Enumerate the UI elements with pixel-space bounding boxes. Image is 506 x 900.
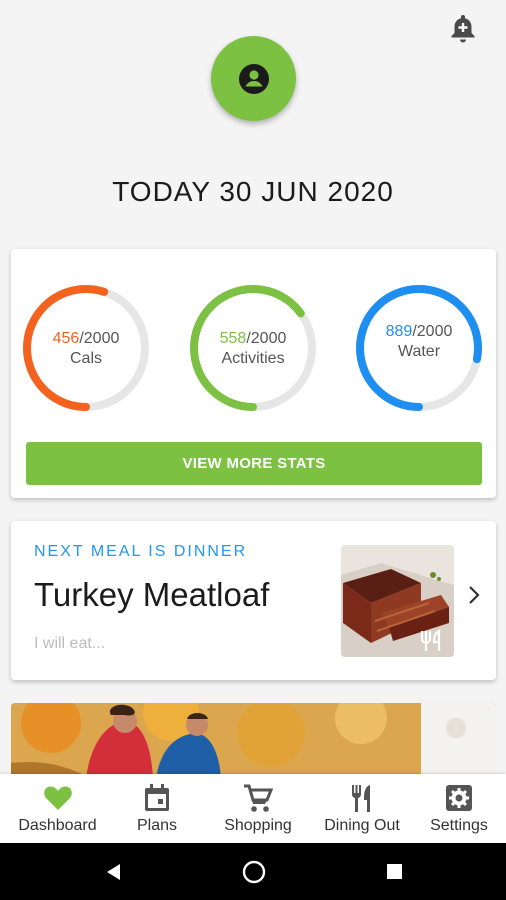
activities-label: Activities (221, 350, 285, 367)
system-navigation-bar (0, 843, 506, 900)
meal-name: Turkey Meatloaf (34, 576, 270, 613)
home-icon (242, 860, 266, 884)
stats-card: 456/2000 Cals 558/2000 Activities 889/20… (11, 249, 496, 498)
nav-label-dashboard: Dashboard (18, 817, 97, 834)
calories-goal: /2000 (79, 330, 120, 347)
meal-input[interactable]: I will eat... (34, 635, 105, 653)
water-value: 889 (385, 323, 413, 340)
water-goal: /2000 (412, 323, 453, 340)
view-more-stats-button[interactable]: VIEW MORE STATS (26, 442, 482, 485)
meal-photo (341, 545, 454, 657)
nav-settings[interactable]: Settings (418, 774, 500, 843)
nav-dining-out[interactable]: Dining Out (316, 774, 408, 843)
nav-label-settings: Settings (430, 817, 488, 834)
activities-value: 558 (219, 330, 247, 347)
gear-icon (446, 785, 472, 811)
heart-icon (43, 786, 72, 810)
calories-value: 456 (52, 330, 80, 347)
promo-banner[interactable] (11, 703, 496, 778)
activities-ring[interactable]: 558/2000 Activities (190, 285, 316, 411)
page-title: TODAY 30 JUN 2020 (112, 176, 394, 207)
nav-label-dining-out: Dining Out (324, 817, 400, 834)
profile-button[interactable] (211, 36, 296, 121)
nav-shopping[interactable]: Shopping (212, 774, 304, 843)
back-icon (107, 864, 120, 880)
nav-plans[interactable]: Plans (116, 774, 198, 843)
activities-goal: /2000 (246, 330, 287, 347)
notification-add-icon[interactable] (448, 12, 478, 44)
next-meal-card[interactable]: NEXT MEAL IS DINNER Turkey Meatloaf I wi… (11, 521, 496, 680)
cart-icon (244, 784, 274, 812)
nav-label-plans: Plans (136, 817, 178, 834)
chevron-right-icon[interactable] (466, 583, 482, 607)
calories-label: Cals (69, 350, 102, 367)
bottom-navigation: Dashboard Plans Shopping Dining Out Sett… (0, 774, 506, 843)
utensils-icon (351, 785, 370, 812)
meal-eyebrow: NEXT MEAL IS DINNER (34, 543, 248, 560)
calories-ring[interactable]: 456/2000 Cals (23, 285, 149, 411)
recents-icon (387, 864, 402, 879)
account-circle-icon (238, 63, 269, 94)
water-ring[interactable]: 889/2000 Water (356, 285, 482, 411)
water-label: Water (397, 343, 441, 360)
calendar-icon (145, 784, 169, 811)
nav-label-shopping: Shopping (224, 817, 292, 834)
nav-dashboard[interactable]: Dashboard (10, 774, 105, 843)
